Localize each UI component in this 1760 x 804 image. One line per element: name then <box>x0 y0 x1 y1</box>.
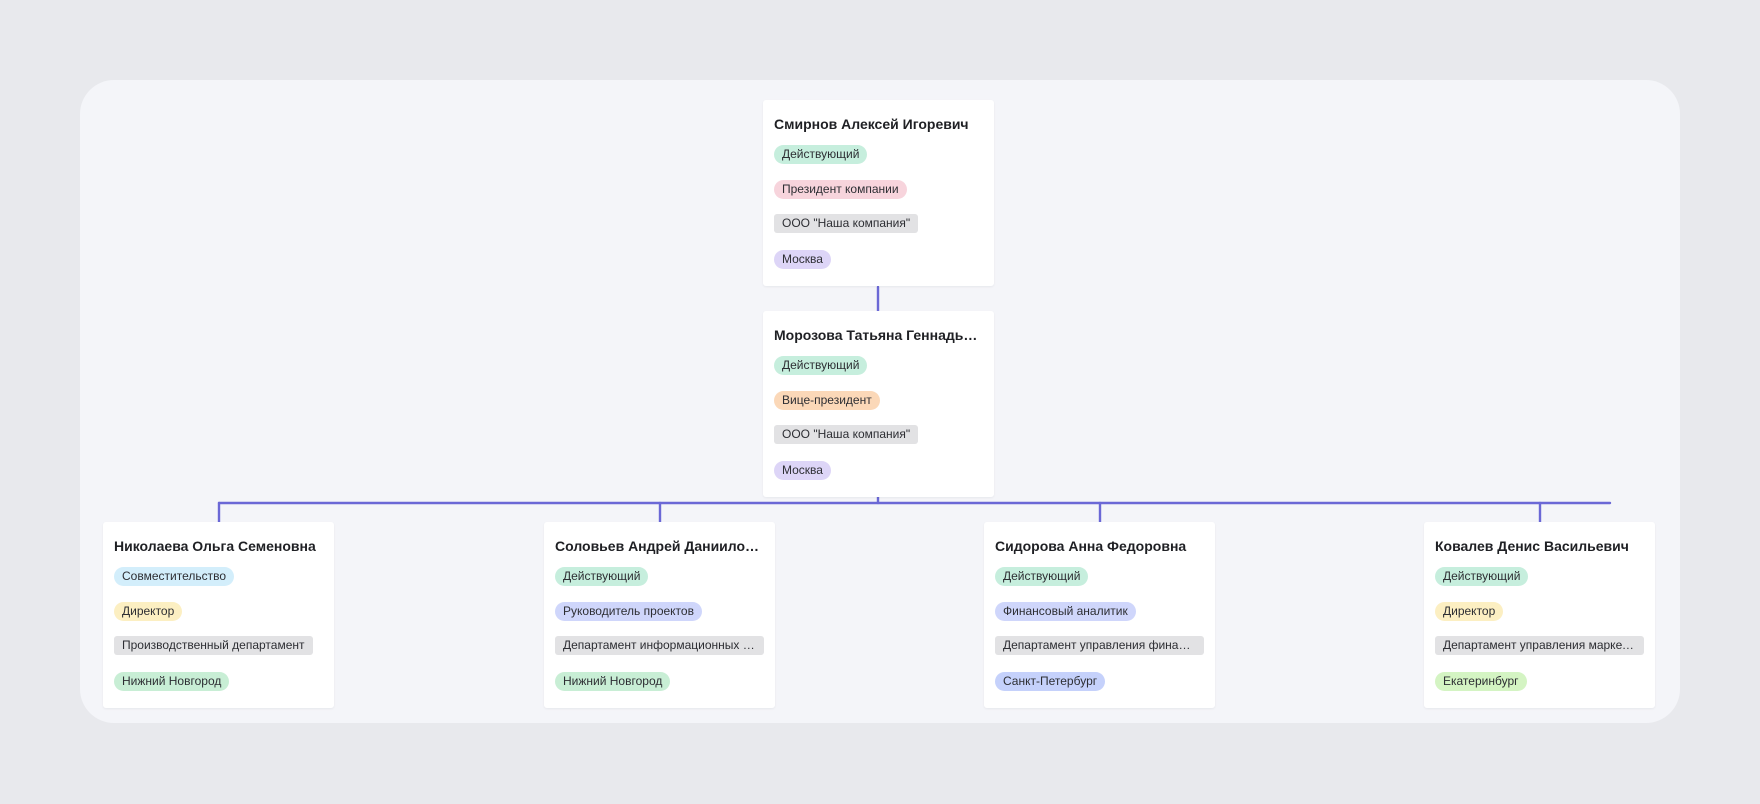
city-badge: Нижний Новгород <box>555 672 671 691</box>
department-label: Департамент информационных технологий <box>555 636 764 655</box>
employee-card[interactable]: Ковалев Денис Васильевич Действующий Дир… <box>1424 522 1655 708</box>
status-badge: Действующий <box>1435 567 1529 586</box>
employee-name: Сидорова Анна Федоровна <box>995 538 1187 554</box>
city-badge: Екатеринбург <box>1435 672 1527 691</box>
city-badge: Москва <box>774 461 831 480</box>
position-badge: Президент компании <box>774 180 907 199</box>
status-badge: Совместительство <box>114 567 235 586</box>
city-badge: Санкт-Петербург <box>995 672 1106 691</box>
organization-label: ООО "Наша компания" <box>774 425 919 444</box>
position-badge: Директор <box>1435 602 1504 621</box>
position-badge: Руководитель проектов <box>555 602 702 621</box>
employee-card[interactable]: Николаева Ольга Семеновна Совместительст… <box>103 522 334 708</box>
employee-name: Ковалев Денис Васильевич <box>1435 538 1629 554</box>
employee-name: Соловьев Андрей Даниилович <box>555 538 764 554</box>
employee-card[interactable]: Морозова Татьяна Геннадьевна Действующий… <box>763 311 994 497</box>
employee-card[interactable]: Смирнов Алексей Игоревич Действующий Пре… <box>763 100 994 286</box>
position-badge: Вице-президент <box>774 391 880 410</box>
employee-name: Смирнов Алексей Игоревич <box>774 116 969 132</box>
status-badge: Действующий <box>555 567 649 586</box>
position-badge: Директор <box>114 602 183 621</box>
status-badge: Действующий <box>774 356 868 375</box>
department-label: Производственный департамент <box>114 636 313 655</box>
city-badge: Нижний Новгород <box>114 672 230 691</box>
status-badge: Действующий <box>995 567 1089 586</box>
employee-name: Морозова Татьяна Геннадьевна <box>774 327 983 343</box>
city-badge: Москва <box>774 250 831 269</box>
department-label: Департамент управления маркетингом <box>1435 636 1644 655</box>
employee-name: Николаева Ольга Семеновна <box>114 538 316 554</box>
organization-label: ООО "Наша компания" <box>774 214 919 233</box>
employee-card[interactable]: Сидорова Анна Федоровна Действующий Фина… <box>984 522 1215 708</box>
position-badge: Финансовый аналитик <box>995 602 1136 621</box>
department-label: Департамент управления финансами <box>995 636 1204 655</box>
employee-card[interactable]: Соловьев Андрей Даниилович Действующий Р… <box>544 522 775 708</box>
status-badge: Действующий <box>774 145 868 164</box>
